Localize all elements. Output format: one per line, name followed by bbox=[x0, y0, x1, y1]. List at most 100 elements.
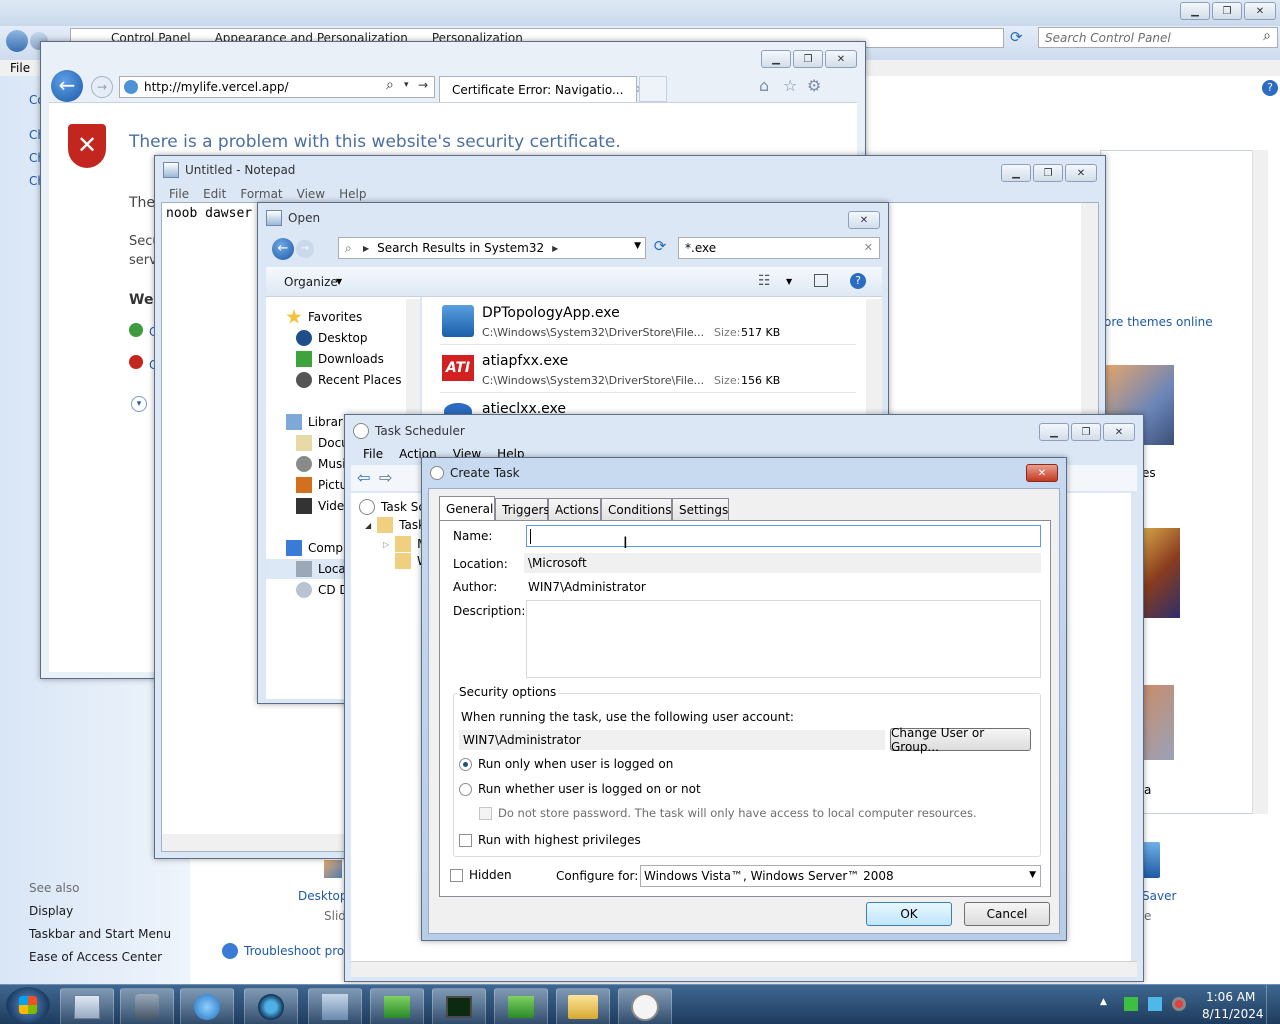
go-icon[interactable]: → bbox=[418, 78, 428, 92]
nav-desktop[interactable]: Desktop bbox=[296, 330, 368, 346]
file-item[interactable]: DPTopologyApp.exe C:\Windows\System32\Dr… bbox=[440, 301, 856, 345]
radio-whether-logged-on[interactable] bbox=[459, 783, 472, 796]
menu-view[interactable]: View bbox=[297, 187, 325, 201]
clear-search-icon[interactable]: ✕ bbox=[864, 241, 873, 254]
taskbar-app-button[interactable] bbox=[370, 988, 424, 1024]
see-also-taskbar[interactable]: Taskbar and Start Menu bbox=[29, 927, 171, 941]
forward-button[interactable]: → bbox=[296, 240, 314, 258]
gear-icon[interactable]: ⚙ bbox=[807, 76, 821, 95]
see-also-ease-of-access[interactable]: Ease of Access Center bbox=[29, 950, 162, 964]
radio-logged-on-label[interactable]: Run only when user is logged on bbox=[478, 757, 673, 771]
maximize-button[interactable]: ❐ bbox=[1212, 2, 1242, 20]
open-dialog-path[interactable]: ⌕ ▶ Search Results in System32 ▶ ▼ bbox=[338, 237, 646, 259]
close-button[interactable]: ✕ bbox=[1065, 164, 1097, 182]
tray-network-icon[interactable] bbox=[1148, 997, 1162, 1011]
minimize-button[interactable]: ▁ bbox=[1039, 423, 1069, 441]
control-panel-search-input[interactable]: Search Control Panel ⌕ bbox=[1038, 27, 1278, 48]
theme-thumbnail[interactable] bbox=[1140, 685, 1174, 760]
open-dialog-search-input[interactable]: *.exe ✕ bbox=[678, 237, 880, 259]
back-button[interactable] bbox=[6, 30, 28, 52]
nav-pictures[interactable]: Pictu bbox=[296, 477, 347, 493]
view-options-icon[interactable]: ☷ bbox=[758, 273, 771, 289]
description-input[interactable] bbox=[526, 600, 1041, 678]
see-also-display[interactable]: Display bbox=[29, 904, 73, 918]
ie-url[interactable]: http://mylife.vercel.app/ bbox=[144, 80, 289, 94]
forward-arrow-icon[interactable]: ⇨ bbox=[379, 468, 392, 487]
highest-privileges-checkbox[interactable] bbox=[459, 834, 472, 847]
organize-button[interactable]: Organize bbox=[284, 275, 338, 289]
dropdown-arrow-icon[interactable]: ▾ bbox=[404, 80, 409, 90]
no-store-password-checkbox[interactable] bbox=[479, 807, 492, 820]
hidden-label[interactable]: Hidden bbox=[469, 868, 512, 882]
show-desktop-button[interactable] bbox=[1266, 985, 1280, 1024]
close-button[interactable]: ✕ bbox=[1244, 2, 1276, 20]
taskbar-explorer-button[interactable] bbox=[60, 988, 114, 1024]
theme-scrollbar[interactable] bbox=[1252, 150, 1268, 814]
menu-file[interactable]: File bbox=[363, 447, 383, 461]
ok-button[interactable]: OK bbox=[866, 902, 952, 926]
search-icon[interactable]: ⌕ bbox=[386, 77, 394, 93]
more-info-chevron-icon[interactable]: ▾ bbox=[131, 396, 147, 412]
cancel-button[interactable]: Cancel bbox=[964, 902, 1050, 926]
expand-arrow-icon[interactable]: ◢ bbox=[365, 521, 371, 530]
back-button[interactable]: ← bbox=[272, 238, 294, 260]
refresh-button[interactable]: ⟳ bbox=[650, 237, 670, 259]
new-tab-button[interactable] bbox=[639, 76, 667, 102]
nav-music[interactable]: Musi bbox=[296, 456, 346, 472]
maximize-button[interactable]: ❐ bbox=[1071, 423, 1101, 441]
ie-forward-button[interactable]: → bbox=[91, 76, 113, 98]
back-arrow-icon[interactable]: ⇦ bbox=[357, 468, 370, 487]
search-value[interactable]: *.exe bbox=[685, 241, 716, 255]
refresh-icon[interactable]: ⟳ bbox=[1010, 28, 1030, 48]
taskbar-app-button[interactable] bbox=[120, 988, 174, 1024]
taskbar-app-button[interactable] bbox=[432, 988, 486, 1024]
nav-cd-drive[interactable]: CD D bbox=[296, 582, 349, 598]
maximize-button[interactable]: ❐ bbox=[1033, 164, 1063, 182]
highest-privileges-label[interactable]: Run with highest privileges bbox=[478, 833, 641, 847]
close-button[interactable]: ✕ bbox=[1026, 464, 1058, 482]
menu-edit[interactable]: Edit bbox=[203, 187, 226, 201]
get-more-themes-link[interactable]: ore themes online bbox=[1104, 315, 1213, 329]
menu-help[interactable]: Help bbox=[339, 187, 366, 201]
menu-file[interactable]: File bbox=[10, 61, 30, 75]
tray-volume-icon[interactable] bbox=[1172, 997, 1186, 1011]
taskbar-explorer-folder-button[interactable] bbox=[556, 988, 610, 1024]
configure-for-select[interactable]: Windows Vista™, Windows Server™ 2008 ▼ bbox=[640, 865, 1041, 887]
ie-address-bar[interactable]: http://mylife.vercel.app/ ⌕ ▾ → bbox=[119, 76, 435, 98]
taskbar-ie-button[interactable] bbox=[180, 988, 234, 1024]
hidden-checkbox[interactable] bbox=[450, 869, 463, 882]
nav-downloads[interactable]: Downloads bbox=[296, 351, 384, 367]
change-user-button[interactable]: Change User or Group... bbox=[890, 726, 1031, 754]
help-icon[interactable]: ? bbox=[1262, 80, 1278, 96]
tab-actions[interactable]: Actions bbox=[548, 498, 601, 520]
close-button[interactable]: ✕ bbox=[1103, 423, 1135, 441]
tab-conditions[interactable]: Conditions bbox=[601, 498, 672, 520]
ie-back-button[interactable]: ← bbox=[51, 70, 83, 102]
notepad-content[interactable]: noob dawser bbox=[166, 206, 252, 221]
radio-logged-on[interactable] bbox=[459, 758, 472, 771]
nav-local-disk[interactable]: Local bbox=[296, 561, 349, 577]
preview-pane-icon[interactable] bbox=[814, 274, 828, 287]
close-button[interactable]: ✕ bbox=[848, 211, 880, 229]
menu-file[interactable]: File bbox=[169, 187, 189, 201]
file-item[interactable]: ATI atiapfxx.exe C:\Windows\System32\Dri… bbox=[440, 349, 856, 393]
theme-thumbnail[interactable] bbox=[1140, 528, 1180, 618]
show-hidden-icons-icon[interactable]: ▲ bbox=[1100, 997, 1107, 1007]
taskbar-app-button[interactable] bbox=[494, 988, 548, 1024]
tab-triggers[interactable]: Triggers bbox=[495, 498, 550, 520]
taskbar-media-player-button[interactable] bbox=[244, 988, 298, 1024]
home-icon[interactable]: ⌂ bbox=[759, 76, 769, 95]
ie-tab[interactable]: Certificate Error: Navigatio... ✕ bbox=[439, 76, 645, 102]
dropdown-arrow-icon[interactable]: ▼ bbox=[786, 277, 792, 286]
tab-general[interactable]: General bbox=[439, 496, 495, 520]
radio-whether-logged-on-label[interactable]: Run whether user is logged on or not bbox=[478, 782, 701, 796]
collapse-arrow-icon[interactable]: ▷ bbox=[383, 540, 389, 549]
nav-documents[interactable]: Docu bbox=[296, 435, 349, 451]
nav-recent-places[interactable]: Recent Places bbox=[296, 372, 401, 388]
start-button[interactable] bbox=[6, 987, 50, 1023]
clock-date[interactable]: 8/11/2024 bbox=[1202, 1007, 1264, 1021]
minimize-button[interactable]: ▁ bbox=[761, 50, 791, 68]
tray-app-icon[interactable] bbox=[1124, 997, 1138, 1011]
nav-computer[interactable]: Compu bbox=[286, 540, 351, 556]
clock-time[interactable]: 1:06 AM bbox=[1206, 990, 1255, 1004]
